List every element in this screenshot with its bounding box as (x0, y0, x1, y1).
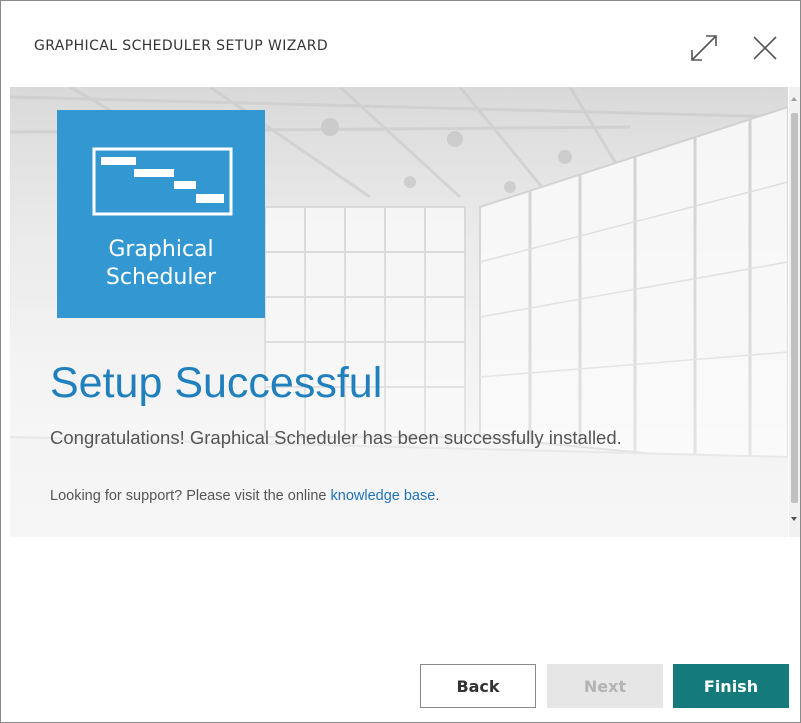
scroll-thumb[interactable] (791, 113, 798, 503)
success-message: Congratulations! Graphical Scheduler has… (50, 427, 622, 448)
scroll-down-arrow-icon[interactable] (791, 517, 797, 521)
dialog-title: GRAPHICAL SCHEDULER SETUP WIZARD (34, 38, 329, 54)
close-button[interactable] (748, 31, 782, 65)
knowledge-base-link[interactable]: knowledge base (331, 488, 436, 504)
wizard-content-panel[interactable]: Graphical Scheduler Setup Successful Con… (10, 87, 788, 537)
next-button: Next (547, 664, 663, 708)
finish-button[interactable]: Finish (673, 664, 789, 708)
page-title: Setup Successful (50, 359, 383, 407)
setup-wizard-dialog: GRAPHICAL SCHEDULER SETUP WIZARD Graphic… (0, 0, 801, 723)
expand-icon (691, 35, 717, 61)
support-prefix: Looking for support? Please visit the on… (50, 488, 331, 504)
support-text: Looking for support? Please visit the on… (50, 488, 439, 504)
scroll-up-arrow-icon[interactable] (791, 97, 797, 101)
dialog-header: GRAPHICAL SCHEDULER SETUP WIZARD (1, 1, 800, 87)
expand-button[interactable] (687, 31, 721, 65)
logo-text: Graphical Scheduler (105, 237, 217, 290)
content-scrollbar[interactable] (789, 87, 800, 537)
close-icon (753, 36, 777, 60)
support-suffix: . (435, 488, 440, 504)
back-button[interactable]: Back (420, 664, 536, 708)
graphical-scheduler-logo: Graphical Scheduler (57, 110, 265, 318)
gantt-chart-icon (92, 147, 233, 216)
